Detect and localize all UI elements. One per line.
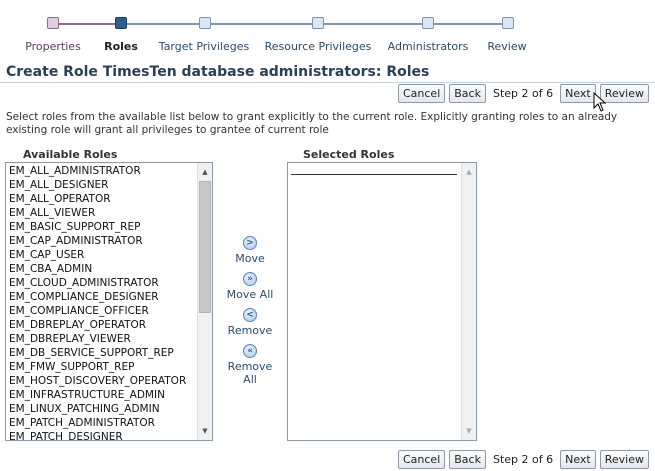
back-button[interactable]: Back — [449, 450, 486, 469]
available-role-item[interactable]: EM_INFRASTRUCTURE_ADMIN — [6, 388, 198, 402]
move-all-arrow-icon[interactable]: » — [243, 272, 257, 286]
train-label-resource-privileges[interactable]: Resource Privileges — [265, 40, 372, 53]
available-roles-list[interactable]: EM_ALL_ADMINISTRATOR EM_ALL_DESIGNER EM_AL… — [5, 162, 213, 441]
selected-roles-label: Selected Roles — [303, 148, 395, 161]
available-role-item[interactable]: EM_COMPLIANCE_DESIGNER — [6, 290, 198, 304]
top-button-bar: Cancel Back Step 2 of 6 Next Review — [397, 84, 649, 103]
available-role-item[interactable]: EM_HOST_DISCOVERY_OPERATOR — [6, 374, 198, 388]
available-role-item[interactable]: EM_BASIC_SUPPORT_REP — [6, 220, 198, 234]
cancel-button[interactable]: Cancel — [397, 450, 446, 469]
remove-all-control[interactable]: « Remove All — [220, 344, 280, 386]
train-stop-administrators[interactable] — [422, 17, 434, 29]
train-stop-target-privileges[interactable] — [199, 17, 211, 29]
available-role-item[interactable]: EM_ALL_OPERATOR — [6, 192, 198, 206]
remove-control[interactable]: < Remove — [220, 308, 280, 337]
available-role-item[interactable]: EM_LINUX_PATCHING_ADMIN — [6, 402, 198, 416]
train-stop-review[interactable] — [502, 17, 514, 29]
review-button[interactable]: Review — [599, 450, 649, 469]
available-roles-items: EM_ALL_ADMINISTRATOR EM_ALL_DESIGNER EM_AL… — [6, 163, 198, 440]
title-divider — [0, 82, 655, 83]
available-role-item[interactable]: EM_FMW_SUPPORT_REP — [6, 360, 198, 374]
available-roles-label: Available Roles — [23, 148, 118, 161]
move-link[interactable]: Move — [220, 252, 280, 265]
remove-link[interactable]: Remove — [220, 324, 280, 337]
available-role-item[interactable]: EM_DB_SERVICE_SUPPORT_REP — [6, 346, 198, 360]
scroll-up-arrow-icon[interactable]: ▲ — [198, 165, 212, 179]
back-button[interactable]: Back — [449, 84, 486, 103]
move-all-link[interactable]: Move All — [220, 288, 280, 301]
scroll-thumb[interactable] — [199, 181, 211, 313]
train-connector — [53, 23, 121, 25]
available-roles-scrollbar[interactable]: ▲ ▼ — [197, 163, 212, 440]
review-button[interactable]: Review — [599, 84, 649, 103]
next-button[interactable]: Next — [560, 84, 596, 103]
available-role-item[interactable]: EM_CBA_ADMIN — [6, 262, 198, 276]
scroll-down-arrow-icon[interactable]: ▼ — [462, 424, 476, 438]
bottom-button-bar: Cancel Back Step 2 of 6 Next Review — [397, 450, 649, 469]
scroll-up-arrow-icon[interactable]: ▲ — [462, 165, 476, 179]
available-role-item[interactable]: EM_PATCH_ADMINISTRATOR — [6, 416, 198, 430]
cancel-button[interactable]: Cancel — [397, 84, 446, 103]
train-label-administrators[interactable]: Administrators — [388, 40, 469, 53]
available-role-item[interactable]: EM_CAP_ADMINISTRATOR — [6, 234, 198, 248]
remove-all-link[interactable]: Remove All — [220, 360, 280, 386]
available-role-item[interactable]: EM_ALL_DESIGNER — [6, 178, 198, 192]
available-role-item[interactable]: EM_CLOUD_ADMINISTRATOR — [6, 276, 198, 290]
train-label-roles: Roles — [104, 40, 138, 53]
instructions-text: Select roles from the available list bel… — [6, 111, 618, 136]
train-stop-resource-privileges[interactable] — [312, 17, 324, 29]
step-indicator: Step 2 of 6 — [492, 453, 554, 466]
available-role-item[interactable]: EM_DBREPLAY_OPERATOR — [6, 318, 198, 332]
next-button[interactable]: Next — [560, 450, 596, 469]
wizard-train: Properties Roles Target Privileges Resou… — [0, 0, 655, 60]
available-role-item[interactable]: EM_ALL_ADMINISTRATOR — [6, 164, 198, 178]
step-indicator: Step 2 of 6 — [492, 87, 554, 100]
selected-roles-scrollbar[interactable]: ▲ ▼ — [461, 163, 476, 440]
move-control[interactable]: > Move — [220, 236, 280, 265]
page-title: Create Role TimesTen database administra… — [6, 64, 430, 80]
move-arrow-icon[interactable]: > — [243, 236, 257, 250]
available-role-item[interactable]: EM_COMPLIANCE_OFFICER — [6, 304, 198, 318]
selected-roles-list[interactable]: ▲ ▼ — [287, 162, 477, 441]
train-stop-roles — [115, 17, 127, 29]
available-role-item[interactable]: EM_CAP_USER — [6, 248, 198, 262]
selected-list-placeholder-line — [291, 174, 457, 175]
train-label-target-privileges[interactable]: Target Privileges — [159, 40, 249, 53]
train-label-review[interactable]: Review — [487, 40, 526, 53]
remove-arrow-icon[interactable]: < — [243, 308, 257, 322]
scroll-down-arrow-icon[interactable]: ▼ — [198, 424, 212, 438]
available-role-item[interactable]: EM_PATCH_DESIGNER — [6, 430, 198, 440]
move-all-control[interactable]: » Move All — [220, 272, 280, 301]
train-label-properties[interactable]: Properties — [25, 40, 81, 53]
train-stop-properties[interactable] — [47, 17, 59, 29]
available-role-item[interactable]: EM_ALL_VIEWER — [6, 206, 198, 220]
remove-all-arrow-icon[interactable]: « — [243, 344, 257, 358]
available-role-item[interactable]: EM_DBREPLAY_VIEWER — [6, 332, 198, 346]
